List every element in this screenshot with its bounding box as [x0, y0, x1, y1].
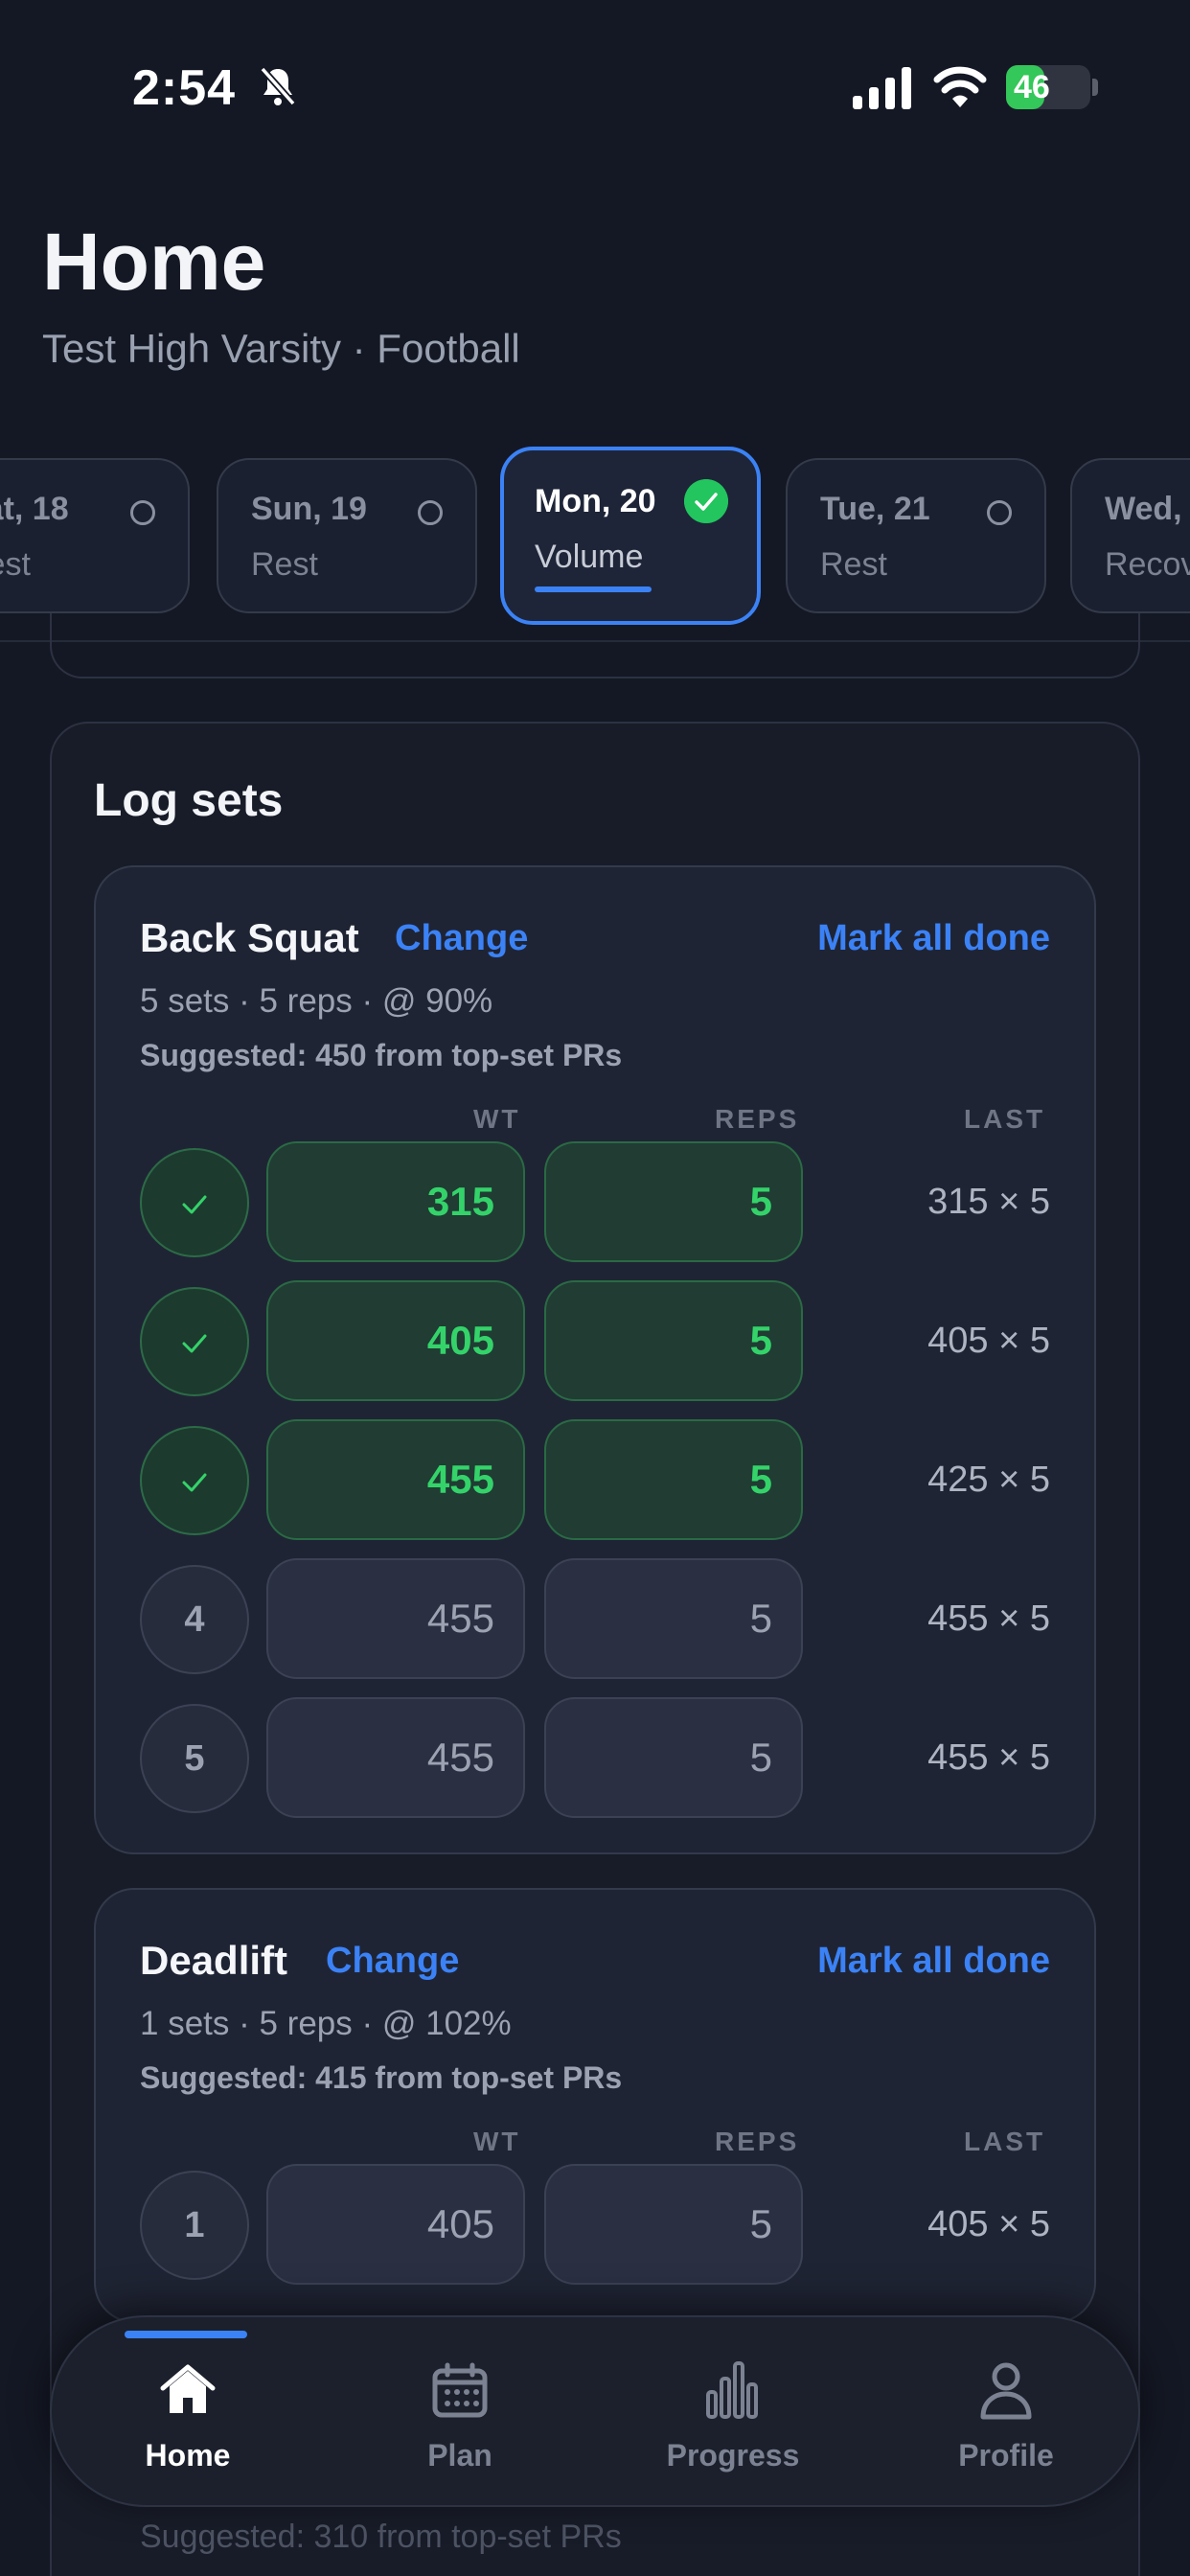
- day-card-wed[interactable]: Wed, 22 Recovery: [1070, 458, 1190, 613]
- check-circle-icon: [684, 479, 728, 523]
- day-label: Rest: [820, 546, 887, 583]
- reps-input[interactable]: 5: [544, 1280, 803, 1401]
- day-date: Sat, 18: [0, 491, 69, 527]
- last-performance: 425 × 5: [927, 1460, 1050, 1500]
- exercise-suggested: Suggested: 450 from top-set PRs: [140, 1038, 623, 1072]
- weight-input[interactable]: 455: [266, 1558, 525, 1679]
- wifi-icon: [933, 66, 987, 107]
- tab-plan[interactable]: Plan: [364, 2317, 556, 2509]
- day-card-sun[interactable]: Sun, 19 Rest: [217, 458, 477, 613]
- home-icon: [160, 2364, 216, 2413]
- last-performance: 405 × 5: [927, 1321, 1050, 1361]
- day-date: Tue, 21: [820, 491, 930, 527]
- battery-percentage: 46: [1014, 69, 1050, 105]
- tab-label: Profile: [958, 2438, 1054, 2472]
- set-number-toggle[interactable]: 5: [140, 1704, 249, 1813]
- status-bar: 2:54 46: [0, 0, 1190, 172]
- selected-day-underline: [535, 586, 652, 592]
- change-exercise-button[interactable]: Change: [326, 1941, 459, 1982]
- reps-input[interactable]: 5: [544, 1558, 803, 1679]
- status-circle-icon: [987, 500, 1012, 525]
- day-label: Rest: [0, 546, 31, 583]
- day-label: Rest: [251, 546, 318, 583]
- exercise-name: Deadlift: [140, 1938, 288, 1983]
- bell-slash-icon: [260, 66, 296, 106]
- column-header-last: LAST: [964, 1104, 1046, 1134]
- person-icon: [980, 2362, 1032, 2420]
- reps-input[interactable]: 5: [544, 2164, 803, 2285]
- tab-label: Home: [145, 2438, 231, 2472]
- set-done-toggle[interactable]: [140, 1148, 249, 1257]
- last-performance: 455 × 5: [927, 1598, 1050, 1639]
- weight-input[interactable]: 405: [266, 1280, 525, 1401]
- reps-input[interactable]: 5: [544, 1419, 803, 1540]
- status-circle-icon: [130, 500, 155, 525]
- reps-input[interactable]: 5: [544, 1141, 803, 1262]
- last-performance: 455 × 5: [927, 1737, 1050, 1778]
- day-card-tue[interactable]: Tue, 21 Rest: [786, 458, 1046, 613]
- day-card-sat[interactable]: Sat, 18 Rest: [0, 458, 190, 613]
- column-header-wt: WT: [473, 1104, 521, 1134]
- column-header-last: LAST: [964, 2127, 1046, 2156]
- exercise-suggested: Suggested: 415 from top-set PRs: [140, 2060, 623, 2095]
- page-subtitle: Test High Varsity · Football: [42, 326, 520, 371]
- tab-label: Progress: [666, 2438, 800, 2472]
- weight-input[interactable]: 455: [266, 1419, 525, 1540]
- tab-profile[interactable]: Profile: [910, 2317, 1102, 2509]
- bar-chart-icon: [706, 2361, 758, 2419]
- mark-all-done-button[interactable]: Mark all done: [817, 918, 1050, 959]
- status-time: 2:54: [132, 60, 237, 116]
- next-exercise-suggested: Suggested: 310 from top-set PRs: [140, 2518, 622, 2555]
- tab-label: Plan: [427, 2438, 492, 2472]
- set-done-toggle[interactable]: [140, 1287, 249, 1396]
- calendar-icon: [432, 2362, 488, 2418]
- exercise-meta: 1 sets · 5 reps · @ 102%: [140, 2005, 512, 2042]
- weight-input[interactable]: 405: [266, 2164, 525, 2285]
- active-tab-indicator: [125, 2331, 247, 2338]
- last-performance: 315 × 5: [927, 1182, 1050, 1222]
- exercise-meta: 5 sets · 5 reps · @ 90%: [140, 982, 493, 1020]
- weight-input[interactable]: 315: [266, 1141, 525, 1262]
- battery-cap: [1092, 79, 1098, 96]
- log-sets-title: Log sets: [94, 775, 284, 826]
- day-date: Wed, 22: [1105, 491, 1190, 527]
- column-header-reps: REPS: [715, 1104, 800, 1134]
- status-circle-icon: [418, 500, 443, 525]
- day-date: Mon, 20: [535, 483, 656, 519]
- day-date: Sun, 19: [251, 491, 367, 527]
- set-number-toggle[interactable]: 4: [140, 1565, 249, 1674]
- previous-card-bottom: [50, 613, 1140, 678]
- column-header-reps: REPS: [715, 2127, 800, 2156]
- day-card-mon[interactable]: Mon, 20 Volume: [500, 447, 761, 625]
- bottom-tab-bar: Home Plan Progress Profile: [50, 2315, 1140, 2507]
- exercise-name: Back Squat: [140, 915, 359, 960]
- checkmark-icon: [182, 1473, 207, 1492]
- mark-all-done-button[interactable]: Mark all done: [817, 1941, 1050, 1982]
- change-exercise-button[interactable]: Change: [395, 918, 528, 959]
- page-title: Home: [42, 217, 266, 307]
- set-number-toggle[interactable]: 1: [140, 2171, 249, 2280]
- day-label: Recovery: [1105, 546, 1190, 583]
- column-header-wt: WT: [473, 2127, 521, 2156]
- day-label: Volume: [535, 539, 644, 575]
- set-done-toggle[interactable]: [140, 1426, 249, 1535]
- tab-progress[interactable]: Progress: [637, 2317, 829, 2509]
- tab-home[interactable]: Home: [92, 2317, 284, 2509]
- weight-input[interactable]: 455: [266, 1697, 525, 1818]
- checkmark-icon: [182, 1334, 207, 1353]
- reps-input[interactable]: 5: [544, 1697, 803, 1818]
- cellular-signal-icon: [853, 67, 911, 109]
- battery-indicator: 46: [1006, 65, 1090, 109]
- last-performance: 405 × 5: [927, 2204, 1050, 2244]
- checkmark-icon: [182, 1195, 207, 1214]
